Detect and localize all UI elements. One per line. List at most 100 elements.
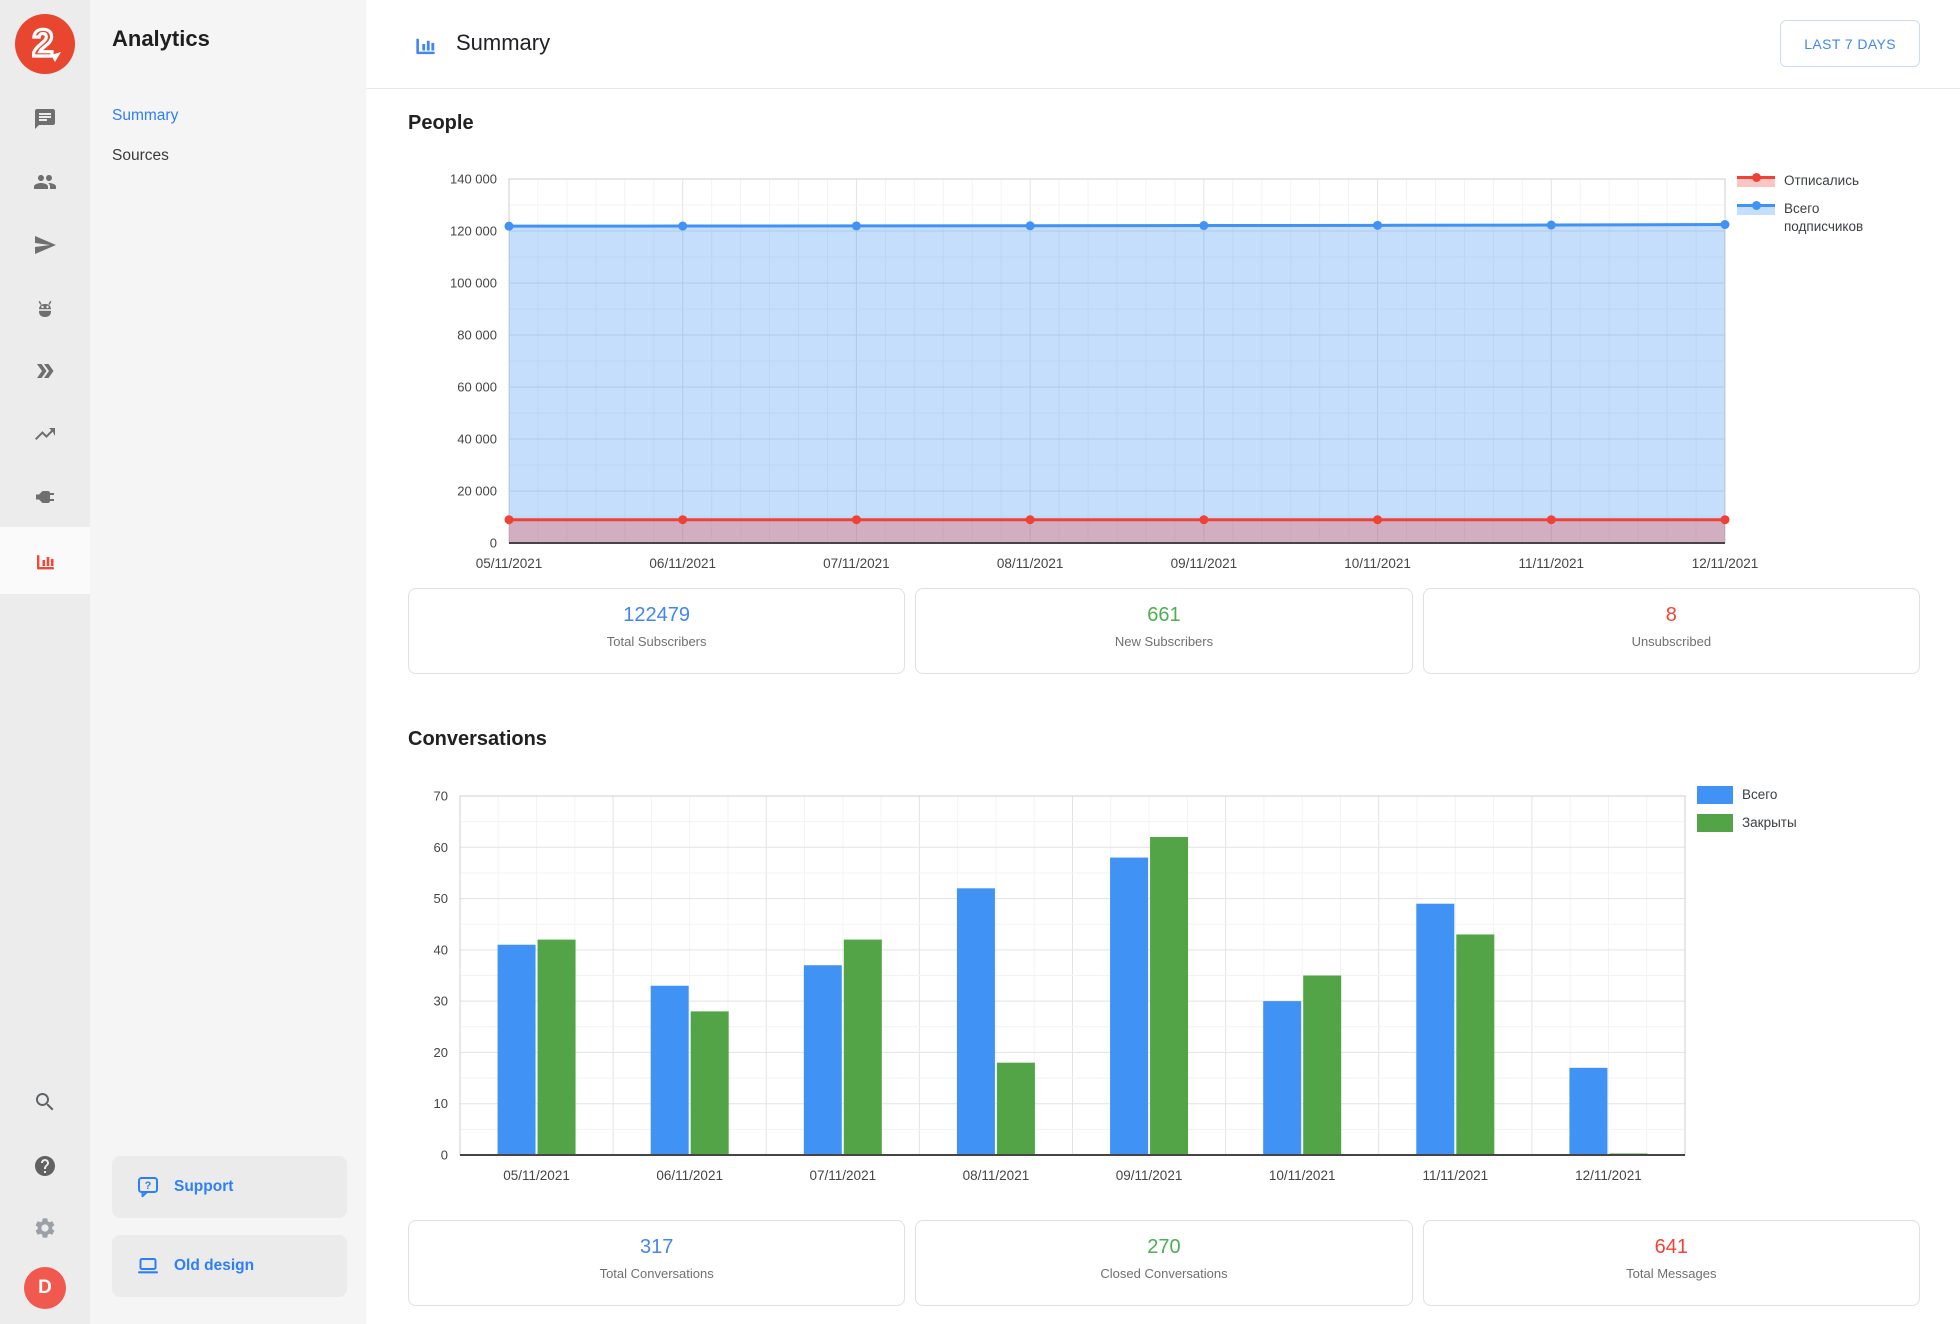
stat-value: 317 — [409, 1236, 904, 1259]
svg-text:12/11/2021: 12/11/2021 — [1575, 1168, 1642, 1183]
stat-label: Closed Conversations — [916, 1266, 1411, 1281]
blue-line-marker — [1737, 200, 1775, 216]
search-button[interactable] — [33, 1090, 57, 1114]
sidebar-item-sources[interactable]: Sources — [112, 147, 169, 165]
blue-swatch — [1697, 786, 1733, 804]
settings-button[interactable] — [33, 1216, 57, 1240]
svg-text:40: 40 — [434, 942, 448, 957]
sidebar-item-chats[interactable] — [33, 107, 57, 131]
svg-text:120 000: 120 000 — [450, 224, 497, 239]
stat-label: Unsubscribed — [1424, 634, 1919, 649]
svg-text:11/11/2021: 11/11/2021 — [1519, 556, 1585, 571]
svg-text:140 000: 140 000 — [450, 172, 497, 187]
stat-card-total-subscribers: 122479 Total Subscribers — [408, 588, 905, 674]
svg-text:60: 60 — [434, 840, 448, 855]
support-chat-icon: ? — [136, 1175, 160, 1199]
search-icon — [33, 1090, 57, 1114]
svg-text:12/11/2021: 12/11/2021 — [1692, 556, 1759, 571]
help-button[interactable] — [33, 1154, 57, 1178]
legend-label: Отписались — [1784, 172, 1859, 190]
sidebar-item-people[interactable] — [33, 170, 57, 194]
main-content: Summary LAST 7 DAYS People 020 00040 000… — [366, 0, 1960, 1324]
red-line-marker — [1737, 172, 1775, 188]
people-chart: 0 20 000 40 000 60 000 80 000 100 000 120 000 1… — [366, 130, 1960, 582]
logo-icon: 2 — [15, 14, 75, 74]
stat-value: 641 — [1424, 1236, 1919, 1259]
sidebar-item-broadcasts[interactable] — [33, 233, 57, 257]
green-swatch — [1697, 814, 1733, 832]
svg-text:11/11/2021: 11/11/2021 — [1423, 1168, 1489, 1183]
svg-text:10: 10 — [434, 1096, 448, 1111]
svg-text:70: 70 — [434, 789, 448, 804]
svg-text:07/11/2021: 07/11/2021 — [810, 1168, 877, 1183]
stat-value: 661 — [916, 604, 1411, 627]
send-icon — [33, 233, 57, 257]
svg-text:10/11/2021: 10/11/2021 — [1269, 1168, 1336, 1183]
stat-card-total-messages: 641 Total Messages — [1423, 1220, 1920, 1306]
svg-text:06/11/2021: 06/11/2021 — [656, 1168, 723, 1183]
svg-text:60 000: 60 000 — [457, 380, 497, 395]
gear-icon — [33, 1216, 57, 1240]
stat-label: Total Conversations — [409, 1266, 904, 1281]
trending-up-icon — [33, 422, 57, 446]
old-design-button[interactable]: Old design — [112, 1235, 347, 1297]
stat-value: 270 — [916, 1236, 1411, 1259]
stat-value: 122479 — [409, 604, 904, 627]
bot-icon — [33, 297, 57, 321]
legend-item-closed: Закрыты — [1697, 814, 1797, 832]
header-title: Summary — [456, 30, 550, 56]
svg-text:40 000: 40 000 — [457, 432, 497, 447]
icon-rail: 2 — [0, 0, 90, 1324]
sidebar-item-integrations[interactable] — [33, 485, 57, 509]
people-icon — [33, 170, 57, 194]
user-avatar[interactable]: D — [24, 1267, 66, 1309]
svg-text:05/11/2021: 05/11/2021 — [503, 1168, 570, 1183]
svg-text:100 000: 100 000 — [450, 276, 497, 291]
laptop-icon — [136, 1254, 160, 1278]
stat-label: Total Messages — [1424, 1266, 1919, 1281]
svg-text:2: 2 — [32, 23, 53, 65]
people-stats-row: 122479 Total Subscribers 661 New Subscri… — [408, 588, 1920, 674]
conversations-chart-legend: Всего Закрыты — [1697, 786, 1797, 832]
svg-text:09/11/2021: 09/11/2021 — [1171, 556, 1238, 571]
stat-label: New Subscribers — [916, 634, 1411, 649]
sidebar-item-analytics[interactable] — [33, 548, 57, 572]
svg-text:20 000: 20 000 — [457, 484, 497, 499]
sidebar-item-automation[interactable] — [33, 359, 57, 383]
svg-text:20: 20 — [434, 1045, 448, 1060]
sidebar-item-summary[interactable]: Summary — [112, 107, 178, 125]
svg-text:07/11/2021: 07/11/2021 — [823, 556, 890, 571]
double-arrow-icon — [33, 359, 57, 383]
svg-text:08/11/2021: 08/11/2021 — [997, 556, 1064, 571]
sidebar-item-growth[interactable] — [33, 422, 57, 446]
stat-card-total-conversations: 317 Total Conversations — [408, 1220, 905, 1306]
page-title: Analytics — [112, 26, 210, 52]
support-button[interactable]: ? Support — [112, 1156, 347, 1218]
svg-text:?: ? — [145, 1180, 152, 1192]
old-design-label: Old design — [174, 1257, 254, 1275]
svg-text:0: 0 — [490, 536, 497, 551]
conversations-section-title: Conversations — [408, 728, 547, 751]
support-label: Support — [174, 1178, 233, 1196]
sidebar-item-bots[interactable] — [33, 297, 57, 321]
help-icon — [33, 1154, 57, 1178]
svg-text:50: 50 — [434, 891, 448, 906]
date-range-button[interactable]: LAST 7 DAYS — [1780, 20, 1920, 67]
svg-text:30: 30 — [434, 994, 448, 1009]
bar-chart-icon — [33, 548, 57, 572]
svg-text:0: 0 — [441, 1148, 448, 1163]
app-root: 2 — [0, 0, 1960, 1324]
svg-text:08/11/2021: 08/11/2021 — [963, 1168, 1030, 1183]
legend-label: Всего — [1742, 786, 1777, 804]
legend-label: Всего подписчиков — [1784, 200, 1896, 236]
stat-card-closed-conversations: 270 Closed Conversations — [915, 1220, 1412, 1306]
conversations-stats-row: 317 Total Conversations 270 Closed Conve… — [408, 1220, 1920, 1306]
stat-value: 8 — [1424, 604, 1919, 627]
content-header: Summary LAST 7 DAYS — [366, 0, 1960, 89]
legend-item-total: Всего — [1697, 786, 1797, 804]
stat-label: Total Subscribers — [409, 634, 904, 649]
svg-text:09/11/2021: 09/11/2021 — [1116, 1168, 1183, 1183]
legend-label: Закрыты — [1742, 814, 1797, 832]
svg-text:80 000: 80 000 — [457, 328, 497, 343]
app-logo[interactable]: 2 — [15, 14, 75, 74]
